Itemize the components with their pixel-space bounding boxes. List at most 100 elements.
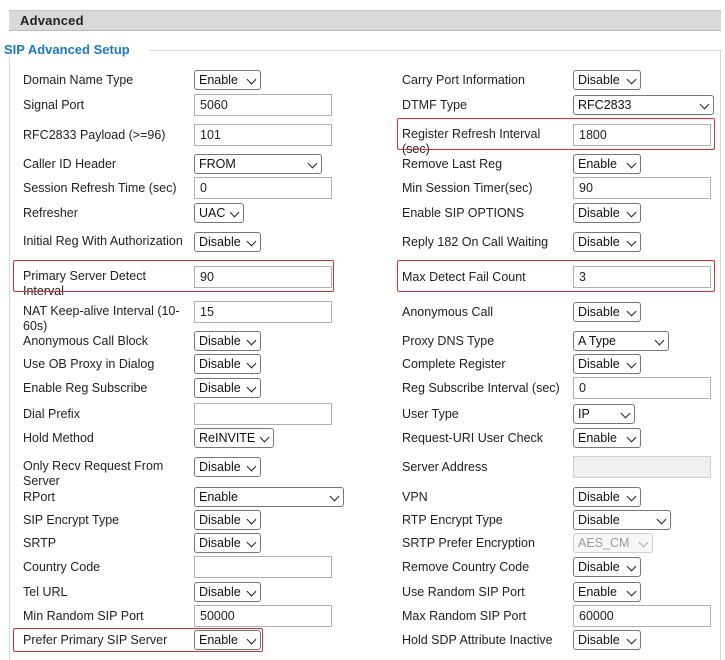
enable-sip-options-select[interactable]: Disable (573, 203, 641, 223)
sip-encrypt-type-label: SIP Encrypt Type (23, 513, 120, 527)
anonymous-call-block-label: Anonymous Call Block (23, 334, 149, 348)
sip-encrypt-type-value: Disable (199, 513, 241, 527)
register-refresh-interval-sec-input[interactable]: 1800 (573, 124, 711, 146)
dtmf-type-label: DTMF Type (402, 98, 468, 112)
max-random-sip-port-input[interactable]: 60000 (573, 605, 711, 627)
max-random-sip-port-label: Max Random SIP Port (402, 609, 527, 623)
chevron-down-icon (246, 236, 257, 247)
initial-reg-with-authorization-select[interactable]: Disable (194, 232, 261, 252)
remove-last-reg-select[interactable]: Enable (573, 154, 641, 174)
nat-keep-alive-interval-10-60s-label: NAT Keep-alive Interval (10-60s) (23, 304, 180, 333)
vpn-select[interactable]: Disable (573, 487, 641, 507)
remove-country-code-select[interactable]: Disable (573, 557, 641, 577)
domain-name-type-select[interactable]: Enable (194, 70, 261, 90)
advanced-header-title: Advanced (20, 13, 84, 28)
carry-port-information-value: Disable (578, 73, 620, 87)
nat-keep-alive-interval-10-60s-input[interactable]: 15 (194, 301, 332, 323)
enable-reg-subscribe-value: Disable (199, 381, 241, 395)
use-ob-proxy-in-dialog-select[interactable]: Disable (194, 354, 261, 374)
chevron-down-icon (626, 207, 637, 218)
chevron-down-icon (656, 514, 667, 525)
remove-last-reg-label: Remove Last Reg (402, 157, 503, 171)
user-type-value: IP (578, 407, 590, 421)
srtp-prefer-encryption-label: SRTP Prefer Encryption (402, 536, 535, 550)
complete-register-select[interactable]: Disable (573, 354, 641, 374)
anonymous-call-block-select[interactable]: Disable (194, 331, 261, 351)
chevron-down-icon (246, 514, 257, 525)
signal-port-input[interactable]: 5060 (194, 94, 332, 116)
min-random-sip-port-input[interactable]: 50000 (194, 605, 332, 627)
tel-url-select[interactable]: Disable (194, 582, 261, 602)
enable-reg-subscribe-select[interactable]: Disable (194, 378, 261, 398)
primary-server-detect-interval-input[interactable]: 90 (194, 266, 332, 288)
chevron-down-icon (626, 236, 637, 247)
sip-encrypt-type-select[interactable]: Disable (194, 510, 261, 530)
advanced-header: Advanced (9, 10, 721, 31)
caller-id-header-value: FROM (199, 157, 236, 171)
chevron-down-icon (626, 358, 637, 369)
min-random-sip-port-label: Min Random SIP Port (23, 609, 144, 623)
chevron-down-icon (626, 74, 637, 85)
carry-port-information-select[interactable]: Disable (573, 70, 641, 90)
server-address-input (573, 456, 711, 478)
only-recv-request-from-server-select[interactable]: Disable (194, 457, 261, 477)
tel-url-value: Disable (199, 585, 241, 599)
hold-method-select[interactable]: ReINVITE (194, 428, 274, 448)
domain-name-type-value: Enable (199, 73, 238, 87)
srtp-prefer-encryption-select: AES_CM (573, 533, 653, 553)
chevron-down-icon (626, 158, 637, 169)
enable-reg-subscribe-label: Enable Reg Subscribe (23, 381, 148, 395)
domain-name-type-label: Domain Name Type (23, 73, 134, 87)
reg-subscribe-interval-sec-input[interactable]: 0 (573, 377, 711, 399)
prefer-primary-sip-server-select[interactable]: Enable (194, 630, 261, 650)
reply-182-on-call-waiting-select[interactable]: Disable (573, 232, 641, 252)
use-random-sip-port-value: Enable (578, 585, 617, 599)
refresher-value: UAC (199, 206, 226, 220)
hold-sdp-attribute-inactive-select[interactable]: Disable (573, 630, 641, 650)
chevron-down-icon (259, 432, 270, 443)
max-detect-fail-count-input[interactable]: 3 (573, 266, 711, 288)
anonymous-call-select[interactable]: Disable (573, 302, 641, 322)
rfc2833-payload-96-input[interactable]: 101 (194, 124, 332, 146)
chevron-down-icon (626, 306, 637, 317)
srtp-select[interactable]: Disable (194, 533, 261, 553)
chevron-down-icon (620, 408, 631, 419)
user-type-select[interactable]: IP (573, 404, 635, 424)
request-uri-user-check-label: Request-URI User Check (402, 431, 544, 445)
hold-method-value: ReINVITE (199, 431, 256, 445)
anonymous-call-value: Disable (578, 305, 620, 319)
rfc2833-payload-96-label: RFC2833 Payload (>=96) (23, 128, 166, 142)
prefer-primary-sip-server-label: Prefer Primary SIP Server (23, 633, 168, 647)
session-refresh-time-sec-input[interactable]: 0 (194, 177, 332, 199)
rtp-encrypt-type-select[interactable]: Disable (573, 510, 671, 530)
chevron-down-icon (229, 207, 240, 218)
dial-prefix-input[interactable] (194, 403, 332, 425)
use-random-sip-port-select[interactable]: Enable (573, 582, 641, 602)
chevron-down-icon (246, 461, 257, 472)
refresher-select[interactable]: UAC (194, 203, 244, 223)
chevron-down-icon (246, 537, 257, 548)
anonymous-call-label: Anonymous Call (402, 305, 494, 319)
rport-select[interactable]: Enable (194, 487, 344, 507)
proxy-dns-type-select[interactable]: A Type (573, 331, 669, 351)
hold-sdp-attribute-inactive-value: Disable (578, 633, 620, 647)
min-session-timer-sec-input[interactable]: 90 (573, 177, 711, 199)
proxy-dns-type-value: A Type (578, 334, 616, 348)
refresher-label: Refresher (23, 206, 78, 220)
signal-port-label: Signal Port (23, 98, 85, 112)
country-code-input[interactable] (194, 556, 332, 578)
reg-subscribe-interval-sec-label: Reg Subscribe Interval (sec) (402, 381, 560, 395)
chevron-down-icon (626, 586, 637, 597)
remove-country-code-label: Remove Country Code (402, 560, 530, 574)
initial-reg-with-authorization-value: Disable (199, 235, 241, 249)
caller-id-header-select[interactable]: FROM (194, 154, 322, 174)
chevron-down-icon (246, 335, 257, 346)
chevron-down-icon (626, 491, 637, 502)
rtp-encrypt-type-label: RTP Encrypt Type (402, 513, 503, 527)
request-uri-user-check-select[interactable]: Enable (573, 428, 641, 448)
complete-register-value: Disable (578, 357, 620, 371)
hold-sdp-attribute-inactive-label: Hold SDP Attribute Inactive (402, 633, 553, 647)
proxy-dns-type-label: Proxy DNS Type (402, 334, 495, 348)
initial-reg-with-authorization-label: Initial Reg With Authorization (23, 234, 183, 248)
dtmf-type-select[interactable]: RFC2833 (573, 95, 714, 115)
